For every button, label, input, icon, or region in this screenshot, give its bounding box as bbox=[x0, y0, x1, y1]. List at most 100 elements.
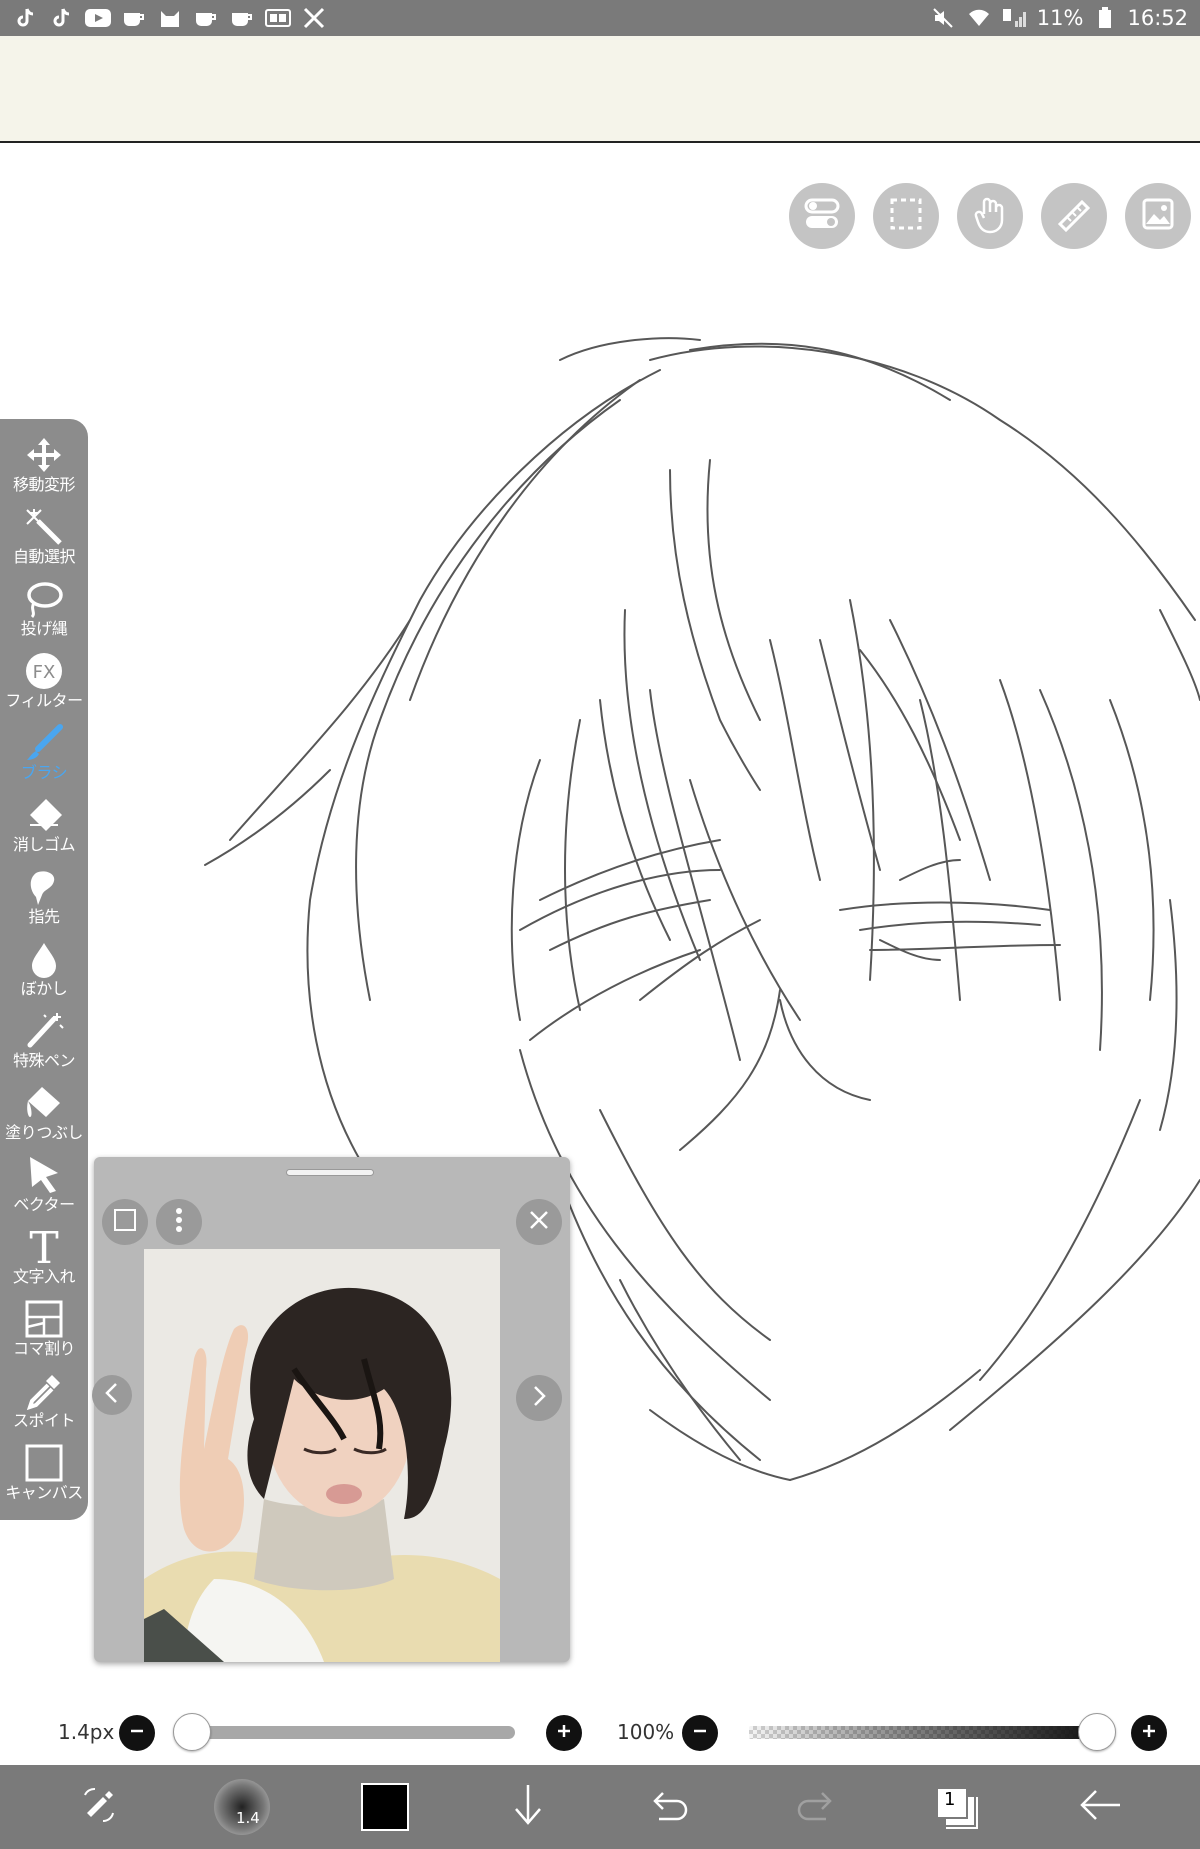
tool-label: 消しゴム bbox=[12, 835, 76, 854]
undo-icon bbox=[649, 1787, 693, 1827]
more-vertical-icon bbox=[165, 1206, 193, 1238]
redo-icon bbox=[792, 1787, 836, 1827]
redo-button[interactable] bbox=[769, 1765, 859, 1849]
ref-square-button[interactable] bbox=[102, 1199, 148, 1245]
canvas-icon bbox=[20, 1443, 68, 1483]
top-panel bbox=[0, 36, 1200, 143]
minus-icon bbox=[129, 1723, 145, 1743]
tool-label: 塗りつぶし bbox=[5, 1123, 83, 1142]
tool-frame-divider[interactable]: コマ割り bbox=[0, 1299, 88, 1371]
minus-icon bbox=[692, 1723, 708, 1743]
tool-fill[interactable]: 塗りつぶし bbox=[0, 1083, 88, 1155]
image-icon bbox=[1140, 196, 1176, 236]
ge-icon bbox=[264, 5, 292, 31]
tool-eraser[interactable]: 消しゴム bbox=[0, 795, 88, 867]
hand-icon bbox=[972, 194, 1008, 238]
plus-icon bbox=[1141, 1723, 1157, 1743]
tool-label: ブラシ bbox=[20, 763, 68, 782]
tool-label: 特殊ペン bbox=[12, 1051, 76, 1070]
tool-label: ベクター bbox=[13, 1195, 75, 1214]
ref-menu-button[interactable] bbox=[156, 1199, 202, 1245]
back-arrow-icon bbox=[1078, 1787, 1122, 1827]
brush-size-increase[interactable] bbox=[546, 1715, 582, 1751]
tool-label: 投げ縄 bbox=[20, 619, 68, 638]
brush-size-slider[interactable] bbox=[192, 1726, 515, 1739]
tool-lasso[interactable]: 投げ縄 bbox=[0, 579, 88, 651]
tool-filter[interactable]: FX フィルター bbox=[0, 651, 88, 723]
layers-button[interactable]: 1 bbox=[912, 1765, 1002, 1849]
download-button[interactable] bbox=[483, 1765, 573, 1849]
layers-icon: 1 bbox=[934, 1785, 980, 1829]
tool-canvas[interactable]: キャンバス bbox=[0, 1443, 88, 1515]
cup-icon bbox=[120, 5, 148, 31]
brush-preview-icon: 1.4 bbox=[214, 1779, 270, 1835]
color-swatch bbox=[361, 1783, 409, 1831]
wifi-icon bbox=[965, 5, 993, 31]
cup-icon bbox=[228, 5, 256, 31]
eyedropper-icon bbox=[20, 1371, 68, 1411]
opacity-decrease[interactable] bbox=[682, 1715, 718, 1751]
brush-icon bbox=[20, 723, 68, 763]
special-pen-icon bbox=[20, 1011, 68, 1051]
opacity-slider[interactable] bbox=[749, 1726, 1097, 1739]
frame-divider-icon bbox=[20, 1299, 68, 1339]
plus-icon bbox=[556, 1723, 572, 1743]
tool-label: 文字入れ bbox=[12, 1267, 76, 1286]
tool-move-transform[interactable]: 移動変形 bbox=[0, 435, 88, 507]
drag-handle[interactable] bbox=[286, 1169, 374, 1176]
close-icon bbox=[525, 1206, 553, 1238]
toggle-icon bbox=[802, 196, 842, 236]
app-screen: 11% 16:52 移動変形 自動選択 投げ縄 FX フィルター ブラシ 消しゴ… bbox=[0, 0, 1200, 1849]
fx-icon: FX bbox=[20, 651, 68, 691]
tool-palette: 移動変形 自動選択 投げ縄 FX フィルター ブラシ 消しゴム 指先 ぼかし 特… bbox=[0, 419, 88, 1520]
tool-magic-wand[interactable]: 自動選択 bbox=[0, 507, 88, 579]
ref-close-button[interactable] bbox=[516, 1199, 562, 1245]
prev-arrow-icon bbox=[100, 1381, 124, 1409]
finger-icon bbox=[20, 867, 68, 907]
brush-size-knob[interactable] bbox=[173, 1713, 211, 1751]
youtube-icon bbox=[84, 5, 112, 31]
status-bar: 11% 16:52 bbox=[0, 0, 1200, 36]
tool-label: 移動変形 bbox=[12, 475, 76, 494]
tool-label: 自動選択 bbox=[12, 547, 76, 566]
next-arrow-icon bbox=[527, 1384, 551, 1412]
opacity-increase[interactable] bbox=[1131, 1715, 1167, 1751]
ref-next-button[interactable] bbox=[516, 1375, 562, 1421]
notification-icons bbox=[12, 4, 328, 32]
hand-button[interactable] bbox=[957, 183, 1023, 249]
tool-finger[interactable]: 指先 bbox=[0, 867, 88, 939]
undo-button[interactable] bbox=[626, 1765, 716, 1849]
tool-brush[interactable]: ブラシ bbox=[0, 723, 88, 795]
image-button[interactable] bbox=[1125, 183, 1191, 249]
lasso-icon bbox=[20, 579, 68, 619]
signal-icon bbox=[1001, 5, 1029, 31]
battery-icon bbox=[1091, 5, 1119, 31]
battery-percent: 11% bbox=[1036, 6, 1084, 30]
opacity-value: 100% bbox=[617, 1720, 675, 1744]
back-button[interactable] bbox=[1055, 1765, 1145, 1849]
tool-blur[interactable]: ぼかし bbox=[0, 939, 88, 1011]
tool-label: スポイト bbox=[12, 1411, 76, 1430]
layer-count: 1 bbox=[944, 1789, 956, 1810]
brush-preview-button[interactable]: 1.4 bbox=[197, 1765, 287, 1849]
opacity-knob[interactable] bbox=[1078, 1713, 1116, 1751]
ref-prev-button[interactable] bbox=[92, 1375, 132, 1415]
tool-special-pen[interactable]: 特殊ペン bbox=[0, 1011, 88, 1083]
system-status: 11% 16:52 bbox=[929, 4, 1188, 32]
tiktok-icon bbox=[12, 5, 40, 31]
selection-button[interactable] bbox=[873, 183, 939, 249]
swap-tools-button[interactable] bbox=[54, 1765, 144, 1849]
tool-label: コマ割り bbox=[12, 1339, 76, 1358]
brush-size-decrease[interactable] bbox=[119, 1715, 155, 1751]
reference-window[interactable] bbox=[92, 1157, 570, 1662]
reference-photo bbox=[144, 1249, 500, 1662]
tool-text[interactable]: T 文字入れ bbox=[0, 1225, 88, 1299]
toggle-button[interactable] bbox=[789, 183, 855, 249]
magic-wand-icon bbox=[20, 507, 68, 547]
tool-eyedropper[interactable]: スポイト bbox=[0, 1371, 88, 1443]
color-swatch-button[interactable] bbox=[340, 1765, 430, 1849]
tool-label: 指先 bbox=[28, 907, 60, 926]
ruler-button[interactable] bbox=[1041, 183, 1107, 249]
square-icon bbox=[111, 1206, 139, 1238]
tool-vector[interactable]: ベクター bbox=[0, 1155, 88, 1227]
